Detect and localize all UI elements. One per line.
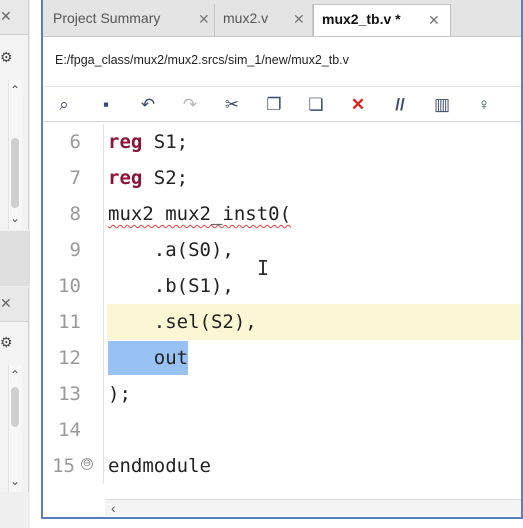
save-icon[interactable]: ▪ bbox=[95, 93, 117, 115]
close-icon[interactable]: ✕ bbox=[428, 13, 440, 27]
close-icon[interactable]: ✕ bbox=[0, 9, 12, 23]
undo-icon[interactable]: ↶ bbox=[137, 93, 159, 115]
scrollbar-thumb[interactable] bbox=[11, 138, 19, 208]
cut-icon[interactable]: ✂ bbox=[221, 93, 243, 115]
line-text: mux2 mux2_inst0( bbox=[108, 203, 292, 225]
line-number: 13 bbox=[58, 383, 81, 405]
close-icon[interactable]: ✕ bbox=[198, 12, 210, 26]
line-text: .sel(S2), bbox=[108, 311, 257, 333]
vertical-scrollbar[interactable]: ⌃ ⌄ bbox=[8, 80, 22, 230]
code-line: 9 .a(S0), bbox=[43, 232, 521, 268]
tab-mux2-v[interactable]: mux2.v ✕ bbox=[215, 4, 313, 36]
fold-collapse-icon[interactable]: ⊖ bbox=[81, 458, 93, 470]
line-text: endmodule bbox=[108, 455, 211, 477]
code-area[interactable]: 6 reg S1; 7 reg S2; 8 mux2 mux2_inst0( 9… bbox=[43, 124, 521, 484]
vertical-scrollbar[interactable]: ⌃ ⌄ bbox=[8, 365, 22, 492]
line-number: 14 bbox=[58, 419, 81, 441]
left-panel-top: ✕ ⚙ ⌃ ⌄ bbox=[0, 0, 29, 230]
line-text: ); bbox=[108, 383, 131, 405]
code-line: 14 bbox=[43, 412, 521, 448]
keyword: reg bbox=[108, 167, 143, 189]
code-line: 8 mux2 mux2_inst0( bbox=[43, 196, 521, 232]
scroll-up-icon[interactable]: ⌃ bbox=[10, 369, 20, 381]
lightbulb-icon[interactable]: ♀ bbox=[473, 93, 495, 115]
selected-text: out bbox=[108, 341, 189, 375]
scroll-left-icon[interactable]: ‹ bbox=[111, 500, 116, 516]
code-line: 12 out bbox=[43, 340, 521, 376]
close-icon[interactable]: ✕ bbox=[0, 296, 12, 310]
selection-word: out bbox=[153, 347, 189, 369]
paste-icon[interactable]: ❏ bbox=[305, 93, 327, 115]
code-line: 10 .b(S1), bbox=[43, 268, 521, 304]
text-cursor-icon: I bbox=[257, 256, 270, 280]
left-panel-bottom: ✕ ⚙ ⌃ ⌄ bbox=[0, 287, 29, 492]
left-panel-area: ✕ ⚙ ⌃ ⌄ ✕ ⚙ ⌃ ⌄ bbox=[0, 0, 30, 528]
line-number: 9 bbox=[69, 239, 81, 261]
scroll-down-icon[interactable]: ⌄ bbox=[10, 475, 20, 487]
line-text: out bbox=[108, 341, 189, 375]
line-number: 11 bbox=[58, 311, 81, 333]
line-text: .b(S1), bbox=[108, 275, 234, 297]
code-line: 6 reg S1; bbox=[43, 124, 521, 160]
tab-project-summary[interactable]: Project Summary ✕ bbox=[45, 4, 215, 36]
scroll-up-icon[interactable]: ⌃ bbox=[10, 84, 20, 96]
redo-icon[interactable]: ↷ bbox=[179, 93, 201, 115]
line-text: .a(S0), bbox=[108, 239, 234, 261]
tab-label: mux2.v bbox=[223, 10, 269, 26]
code-line-current: 11 .sel(S2), bbox=[43, 304, 521, 340]
columns-icon[interactable]: ▥ bbox=[431, 93, 453, 115]
search-icon[interactable]: ⌕ bbox=[53, 93, 75, 115]
editor-toolbar: ⌕ ▪ ↶ ↷ ✂ ❐ ❏ ✕ // ▥ ♀ bbox=[43, 86, 521, 122]
delete-icon[interactable]: ✕ bbox=[347, 93, 369, 115]
line-text: reg S1; bbox=[108, 131, 188, 153]
close-icon[interactable]: ✕ bbox=[293, 12, 305, 26]
copy-icon[interactable]: ❐ bbox=[263, 93, 285, 115]
line-number: 12 bbox=[58, 347, 81, 369]
file-path: E:/fpga_class/mux2/mux2.srcs/sim_1/new/m… bbox=[55, 53, 349, 67]
line-number: 7 bbox=[69, 167, 81, 189]
selection-indent bbox=[108, 347, 154, 369]
line-text: reg S2; bbox=[108, 167, 188, 189]
tab-label: mux2_tb.v * bbox=[322, 11, 401, 27]
left-panel-top-tabbar: ✕ bbox=[0, 0, 28, 35]
keyword: reg bbox=[108, 131, 143, 153]
line-number: 15 bbox=[52, 455, 75, 477]
scroll-down-icon[interactable]: ⌄ bbox=[10, 212, 20, 224]
line-number: 6 bbox=[69, 131, 81, 153]
code-line: 15 ⊖ endmodule bbox=[43, 448, 521, 484]
line-number: 10 bbox=[58, 275, 81, 297]
code-line: 13 ); bbox=[43, 376, 521, 412]
tab-mux2-tb-v[interactable]: mux2_tb.v * ✕ bbox=[313, 4, 451, 36]
left-panel-bottom-tabbar: ✕ bbox=[0, 287, 28, 322]
code-editor-window: Project Summary ✕ mux2.v ✕ mux2_tb.v * ✕… bbox=[41, 0, 523, 519]
line-rest: S1; bbox=[142, 131, 189, 153]
code-line: 7 reg S2; bbox=[43, 160, 521, 196]
panel-divider[interactable] bbox=[0, 231, 30, 286]
comment-icon[interactable]: // bbox=[389, 93, 411, 115]
line-rest: S2; bbox=[142, 167, 189, 189]
horizontal-scrollbar[interactable]: ‹ bbox=[105, 499, 521, 516]
scrollbar-thumb[interactable] bbox=[11, 387, 19, 427]
gear-icon[interactable]: ⚙ bbox=[0, 49, 13, 66]
gear-icon[interactable]: ⚙ bbox=[0, 334, 13, 351]
editor-tab-bar: Project Summary ✕ mux2.v ✕ mux2_tb.v * ✕ bbox=[43, 0, 521, 37]
tab-label: Project Summary bbox=[53, 10, 161, 26]
line-number: 8 bbox=[69, 203, 81, 225]
